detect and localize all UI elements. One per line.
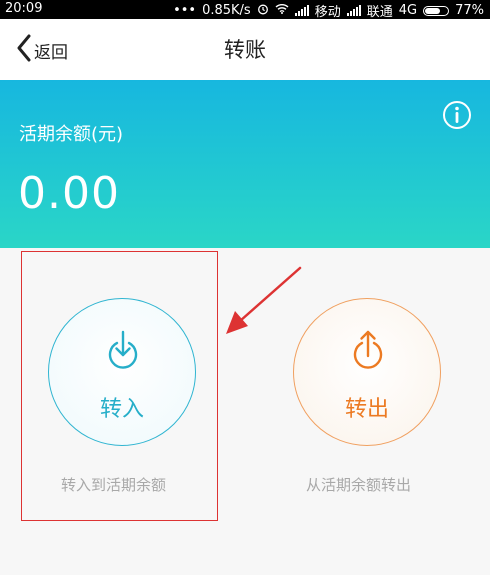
carrier-mobile: 移动 bbox=[314, 5, 341, 20]
wifi-icon bbox=[275, 3, 289, 18]
status-time: 20:09 bbox=[5, 1, 43, 16]
balance-label: 活期余额(元) bbox=[19, 124, 124, 145]
chevron-left-icon bbox=[16, 34, 32, 66]
network-speed: 0.85K/s bbox=[202, 3, 251, 18]
page-title: 转账 bbox=[224, 38, 266, 62]
info-icon[interactable] bbox=[442, 100, 472, 134]
transfer-in-button[interactable]: 转入 bbox=[48, 298, 196, 446]
alarm-icon bbox=[257, 3, 269, 19]
balance-amount: 0.00 bbox=[18, 168, 120, 219]
network-type: 4G bbox=[398, 3, 418, 18]
status-dots: ••• bbox=[173, 3, 197, 18]
signal-icon bbox=[346, 5, 361, 16]
battery-percent: 77% bbox=[455, 3, 484, 18]
transfer-in-label: 转入 bbox=[99, 397, 144, 422]
transfer-out-caption: 从活期余额转出 bbox=[306, 476, 412, 494]
upload-arrow-icon bbox=[351, 329, 385, 373]
transfer-out-label: 转出 bbox=[344, 397, 389, 422]
carrier-unicom: 联通 bbox=[366, 5, 393, 20]
nav-bar: 返回 转账 bbox=[0, 19, 490, 80]
balance-banner: 活期余额(元) 0.00 bbox=[0, 80, 490, 248]
transfer-out-button[interactable]: 转出 bbox=[293, 298, 441, 446]
back-label: 返回 bbox=[34, 42, 68, 63]
status-bar: 20:09 ••• 0.85K/s 移动 联通 4G 77% bbox=[0, 0, 490, 20]
signal-icon bbox=[294, 5, 309, 16]
annotation-arrow-icon bbox=[220, 264, 304, 344]
transfer-in-caption: 转入到活期余额 bbox=[61, 476, 167, 494]
back-button[interactable]: 返回 bbox=[16, 34, 68, 66]
download-arrow-icon bbox=[106, 329, 140, 373]
status-indicators: ••• 0.85K/s 移动 联通 4G 77% bbox=[173, 1, 484, 20]
battery-icon bbox=[423, 5, 450, 16]
